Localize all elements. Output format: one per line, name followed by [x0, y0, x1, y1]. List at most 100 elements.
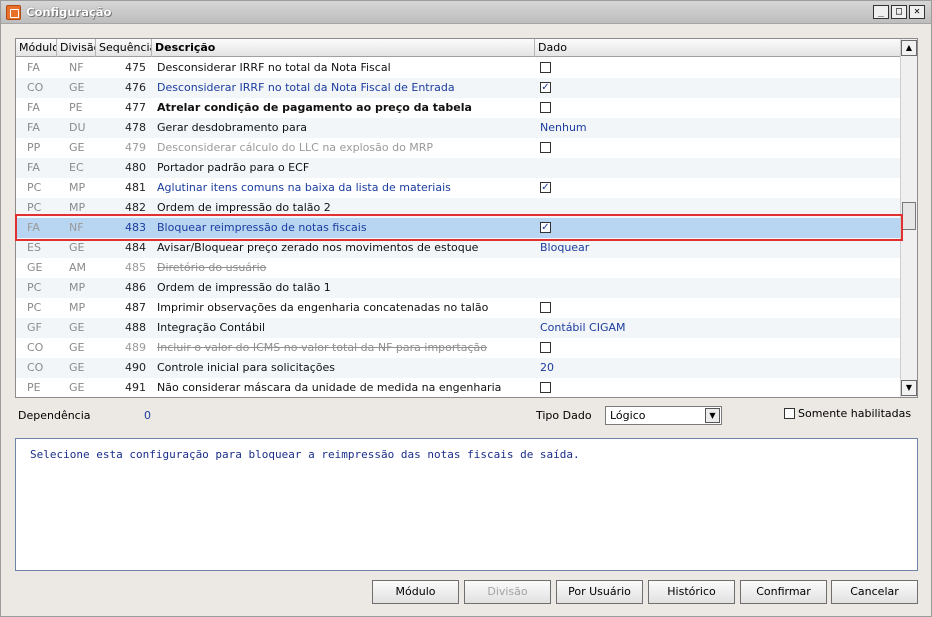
cell-modulo: CO — [27, 361, 44, 374]
cell-dado: Bloquear — [535, 238, 895, 258]
tipo-dado-select[interactable]: Lógico ▼ — [605, 406, 722, 425]
dado-value[interactable]: Nenhum — [540, 121, 587, 134]
cell-descricao: Aglutinar itens comuns na baixa da lista… — [157, 181, 451, 194]
table-row[interactable]: PE GE 491 Não considerar máscara da unidade… — [16, 378, 901, 397]
col-header-dado[interactable]: Dado — [535, 39, 901, 57]
cell-dado: ✓ — [535, 218, 895, 238]
historico-button[interactable]: Histórico — [648, 580, 735, 604]
cell-modulo: GF — [27, 321, 42, 334]
cell-sequencia: 478 — [125, 121, 146, 134]
cell-modulo: PP — [27, 141, 41, 154]
table-row[interactable]: PC MP 487 Imprimir observações da engenhari… — [16, 298, 901, 318]
table-row[interactable]: FA EC 480 Portador padrão para o ECF — [16, 158, 901, 178]
table-row[interactable]: GF GE 488 Integração Contábil Contábil CIGAM — [16, 318, 901, 338]
confirmar-button[interactable]: Confirmar — [740, 580, 827, 604]
cell-sequencia: 483 — [125, 221, 146, 234]
cell-divisao: GE — [69, 361, 85, 374]
cell-sequencia: 485 — [125, 261, 146, 274]
cell-descricao: Não considerar máscara da unidade de med… — [157, 381, 502, 394]
table-row[interactable]: FA NF 475 Desconsiderar IRRF no total da No… — [16, 58, 901, 78]
cell-divisao: NF — [69, 61, 84, 74]
por-usuario-button[interactable]: Por Usuário — [556, 580, 643, 604]
cell-sequencia: 490 — [125, 361, 146, 374]
cell-divisao: GE — [69, 81, 85, 94]
grid-body: FA NF 475 Desconsiderar IRRF no total da No… — [16, 58, 901, 397]
cell-sequencia: 481 — [125, 181, 146, 194]
description-text: Selecione esta configuração para bloquea… — [30, 448, 580, 461]
modulo-button[interactable]: Módulo — [372, 580, 459, 604]
cell-modulo: PC — [27, 301, 42, 314]
cell-modulo: ES — [27, 241, 41, 254]
table-row[interactable]: PC MP 482 Ordem de impressão do talão 2 — [16, 198, 901, 218]
col-header-descricao[interactable]: Descrição — [152, 39, 535, 57]
cell-modulo: GE — [27, 261, 43, 274]
scroll-thumb[interactable] — [902, 202, 916, 230]
cell-modulo: PC — [27, 281, 42, 294]
tipo-dado-label: Tipo Dado — [536, 409, 592, 422]
table-row[interactable]: ES GE 484 Avisar/Bloquear preço zerado nos … — [16, 238, 901, 258]
col-header-modulo[interactable]: Módulo — [16, 39, 57, 57]
checkbox-checked-icon[interactable]: ✓ — [540, 222, 551, 233]
scroll-up-icon[interactable]: ▲ — [901, 40, 917, 56]
divisao-button[interactable]: Divisão — [464, 580, 551, 604]
dado-value[interactable]: 20 — [540, 361, 554, 374]
checkbox-icon[interactable] — [784, 408, 795, 419]
cell-dado — [535, 138, 895, 158]
checkbox-icon[interactable] — [540, 142, 551, 153]
table-row[interactable]: CO GE 476 Desconsiderar IRRF no total da No… — [16, 78, 901, 98]
table-row[interactable]: FA DU 478 Gerar desdobramento para Nenhum — [16, 118, 901, 138]
scroll-down-icon[interactable]: ▼ — [901, 380, 917, 396]
configuration-grid[interactable]: Módulo Divisão Sequência Descrição Dado … — [15, 38, 918, 398]
table-row[interactable]: CO GE 490 Controle inicial para solicitaçõe… — [16, 358, 901, 378]
cell-descricao: Portador padrão para o ECF — [157, 161, 310, 174]
configuracao-window: Configuração _ □ ✕ Módulo Divisão Sequên… — [0, 0, 932, 617]
cell-descricao: Avisar/Bloquear preço zerado nos movimen… — [157, 241, 479, 254]
minimize-icon[interactable]: _ — [873, 5, 889, 19]
cell-descricao: Bloquear reimpressão de notas fiscais — [157, 221, 367, 234]
checkbox-icon[interactable] — [540, 342, 551, 353]
checkbox-checked-icon[interactable]: ✓ — [540, 182, 551, 193]
cell-sequencia: 488 — [125, 321, 146, 334]
cell-sequencia: 476 — [125, 81, 146, 94]
chevron-down-icon[interactable]: ▼ — [705, 408, 720, 423]
table-row[interactable]: FA NF 483 Bloquear reimpressão de notas fis… — [16, 218, 901, 238]
table-row[interactable]: GE AM 485 Diretório do usuário — [16, 258, 901, 278]
dado-value[interactable]: Bloquear — [540, 241, 589, 254]
dependencia-value: 0 — [144, 409, 151, 422]
cell-modulo: FA — [27, 221, 40, 234]
title-bar[interactable]: Configuração _ □ ✕ — [1, 1, 931, 24]
cell-dado — [535, 278, 895, 298]
cell-descricao: Imprimir observações da engenharia conca… — [157, 301, 489, 314]
checkbox-icon[interactable] — [540, 102, 551, 113]
somente-habilitadas-checkbox[interactable]: Somente habilitadas — [784, 407, 911, 420]
window-title: Configuração — [26, 5, 112, 19]
cell-divisao: GE — [69, 241, 85, 254]
cell-descricao: Incluir o valor do ICMS no valor total d… — [157, 341, 487, 354]
col-header-sequencia[interactable]: Sequência — [96, 39, 152, 57]
cell-modulo: FA — [27, 121, 40, 134]
vertical-scrollbar[interactable]: ▲ ▼ — [900, 39, 917, 397]
col-header-divisao[interactable]: Divisão — [57, 39, 96, 57]
checkbox-icon[interactable] — [540, 382, 551, 393]
cell-descricao: Desconsiderar IRRF no total da Nota Fisc… — [157, 81, 455, 94]
close-icon[interactable]: ✕ — [909, 5, 925, 19]
table-row[interactable]: PC MP 486 Ordem de impressão do talão 1 — [16, 278, 901, 298]
cell-descricao: Atrelar condição de pagamento ao preço d… — [157, 101, 472, 114]
cell-dado — [535, 298, 895, 318]
cell-sequencia: 487 — [125, 301, 146, 314]
table-row[interactable]: PP GE 479 Desconsiderar cálculo do LLC na e… — [16, 138, 901, 158]
dado-value[interactable]: Contábil CIGAM — [540, 321, 626, 334]
table-row[interactable]: CO GE 489 Incluir o valor do ICMS no valor … — [16, 338, 901, 358]
checkbox-checked-icon[interactable]: ✓ — [540, 82, 551, 93]
cell-divisao: MP — [69, 301, 86, 314]
cell-dado: ✓ — [535, 78, 895, 98]
checkbox-icon[interactable] — [540, 62, 551, 73]
table-row[interactable]: FA PE 477 Atrelar condição de pagamento ao … — [16, 98, 901, 118]
checkbox-icon[interactable] — [540, 302, 551, 313]
maximize-icon[interactable]: □ — [891, 5, 907, 19]
cell-dado: 20 — [535, 358, 895, 378]
grid-header: Módulo Divisão Sequência Descrição Dado — [16, 39, 901, 57]
table-row[interactable]: PC MP 481 Aglutinar itens comuns na baixa d… — [16, 178, 901, 198]
cell-descricao: Controle inicial para solicitações — [157, 361, 335, 374]
cancelar-button[interactable]: Cancelar — [831, 580, 918, 604]
